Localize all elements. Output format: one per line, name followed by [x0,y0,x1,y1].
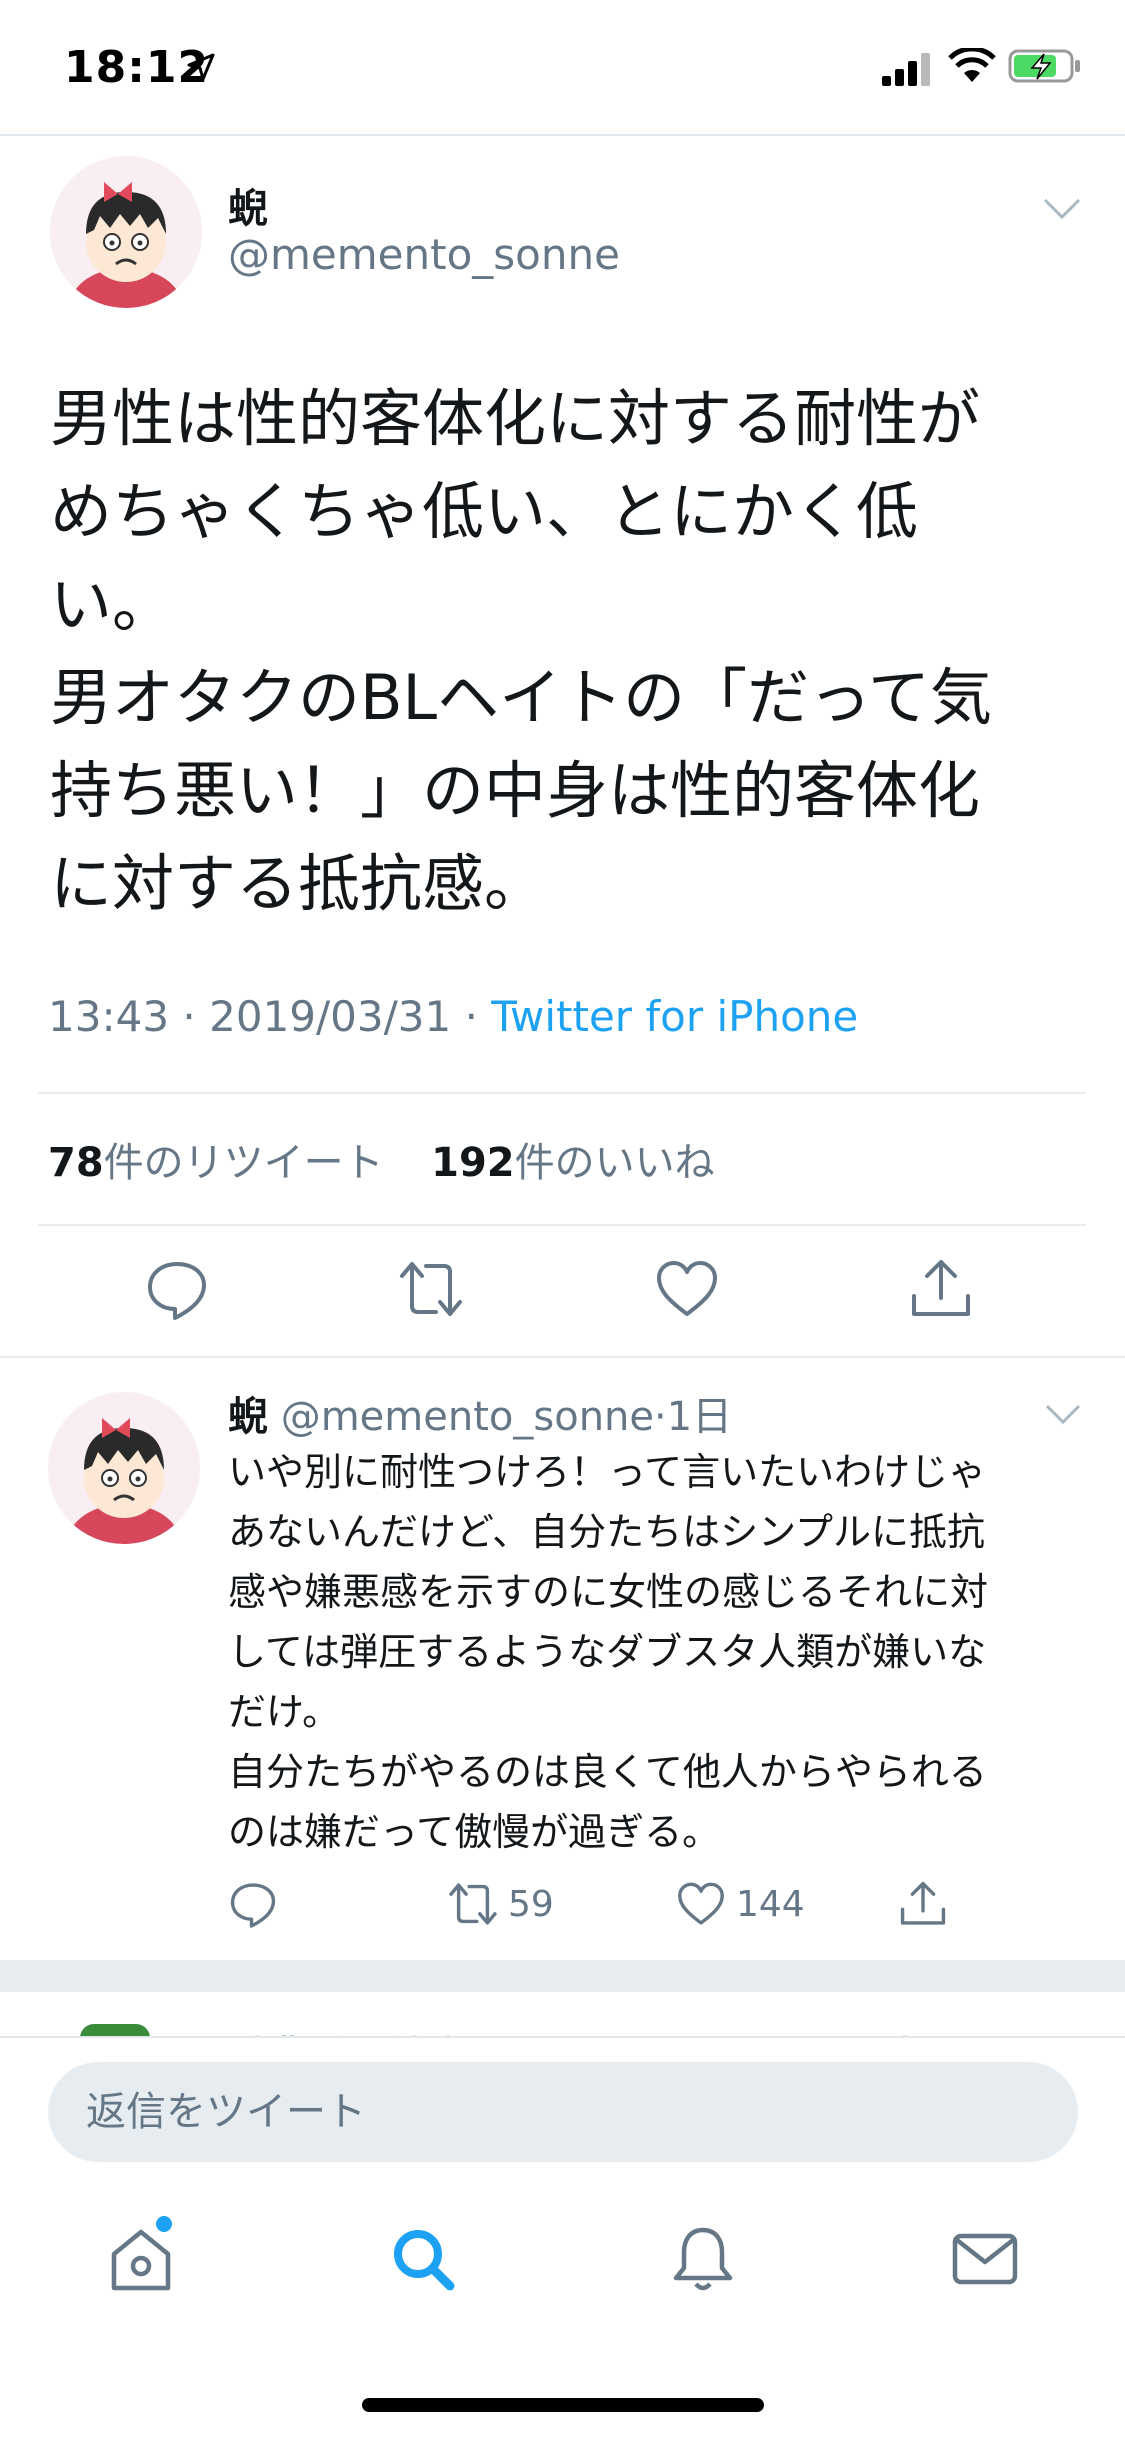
like-icon[interactable] [654,1256,720,1322]
retweet-stat[interactable]: 78件のリツイート [48,1140,384,1186]
avatar[interactable] [48,1392,200,1544]
display-name[interactable]: 蜺 [228,1394,268,1440]
messages-icon[interactable] [950,2224,1020,2294]
share-icon[interactable] [908,1256,974,1322]
user-handle[interactable]: @memento_sonne [281,1394,654,1440]
home-indicator [362,2398,764,2412]
avatar-illustration [50,156,202,308]
like-label: 件のいいね [514,1140,715,1186]
section-separator [0,1960,1125,1992]
retweet-count: 59 [508,1883,554,1925]
display-name[interactable]: 蜺 [228,176,268,234]
like-icon [678,1882,724,1925]
battery-charging-icon [1008,49,1080,83]
unread-indicator [156,2216,172,2232]
tweet-stats: 78件のリツイート 192件のいいね [48,1130,715,1188]
tweet-source-link[interactable]: Twitter for iPhone [491,992,858,1041]
wifi-icon [948,48,996,82]
meta-separator: · [464,992,478,1041]
like-count: 192 [431,1140,515,1186]
retweet-icon[interactable] [398,1256,464,1322]
tweet-text: 男性は性的客体化に対する耐性が めちゃくちゃ低い、とにかく低 い。 男オタクのB… [50,382,992,920]
location-arrow-icon [187,53,215,81]
retweet-action[interactable]: 59 [448,1876,554,1932]
divider [38,1224,1086,1226]
share-action[interactable] [898,1876,948,1932]
tweet-age: 1日 [666,1394,733,1440]
meta-separator: · [654,1394,667,1440]
signal-icon [882,53,930,86]
notifications-icon[interactable] [668,2224,738,2294]
avatar-illustration [48,1392,200,1544]
reply-icon[interactable] [144,1256,210,1322]
tweet-date: 2019/03/31 [209,992,452,1041]
retweet-label: 件のリツイート [103,1140,384,1186]
retweet-icon [449,1883,497,1925]
user-handle[interactable]: @memento_sonne [228,230,620,279]
meta-separator: · [182,992,196,1041]
like-count: 144 [736,1883,805,1925]
reply-action[interactable] [228,1876,278,1932]
divider [38,1092,1086,1094]
avatar[interactable] [50,156,202,308]
reply-input[interactable] [48,2062,1078,2162]
search-icon[interactable] [388,2224,458,2294]
like-stat[interactable]: 192件のいいね [431,1140,715,1186]
chevron-down-icon[interactable] [1042,196,1082,222]
share-icon [900,1881,946,1925]
tweet-time: 13:43 [48,992,170,1041]
home-icon[interactable] [106,2224,176,2294]
retweet-count: 78 [48,1140,104,1186]
chevron-down-icon[interactable] [1044,1402,1082,1426]
divider [0,1356,1125,1358]
reply-header: 蜺 @memento_sonne·1日 [228,1384,732,1442]
reply-icon [230,1883,276,1928]
tweet-meta: 13:43 · 2019/03/31 · Twitter for iPhone [48,992,858,1041]
reply-tweet-text: いや別に耐性つけろ！って言いたいわけじゃ あないんだけど、自分たちはシンプルに抵… [228,1450,989,1854]
like-action[interactable]: 144 [676,1876,805,1932]
